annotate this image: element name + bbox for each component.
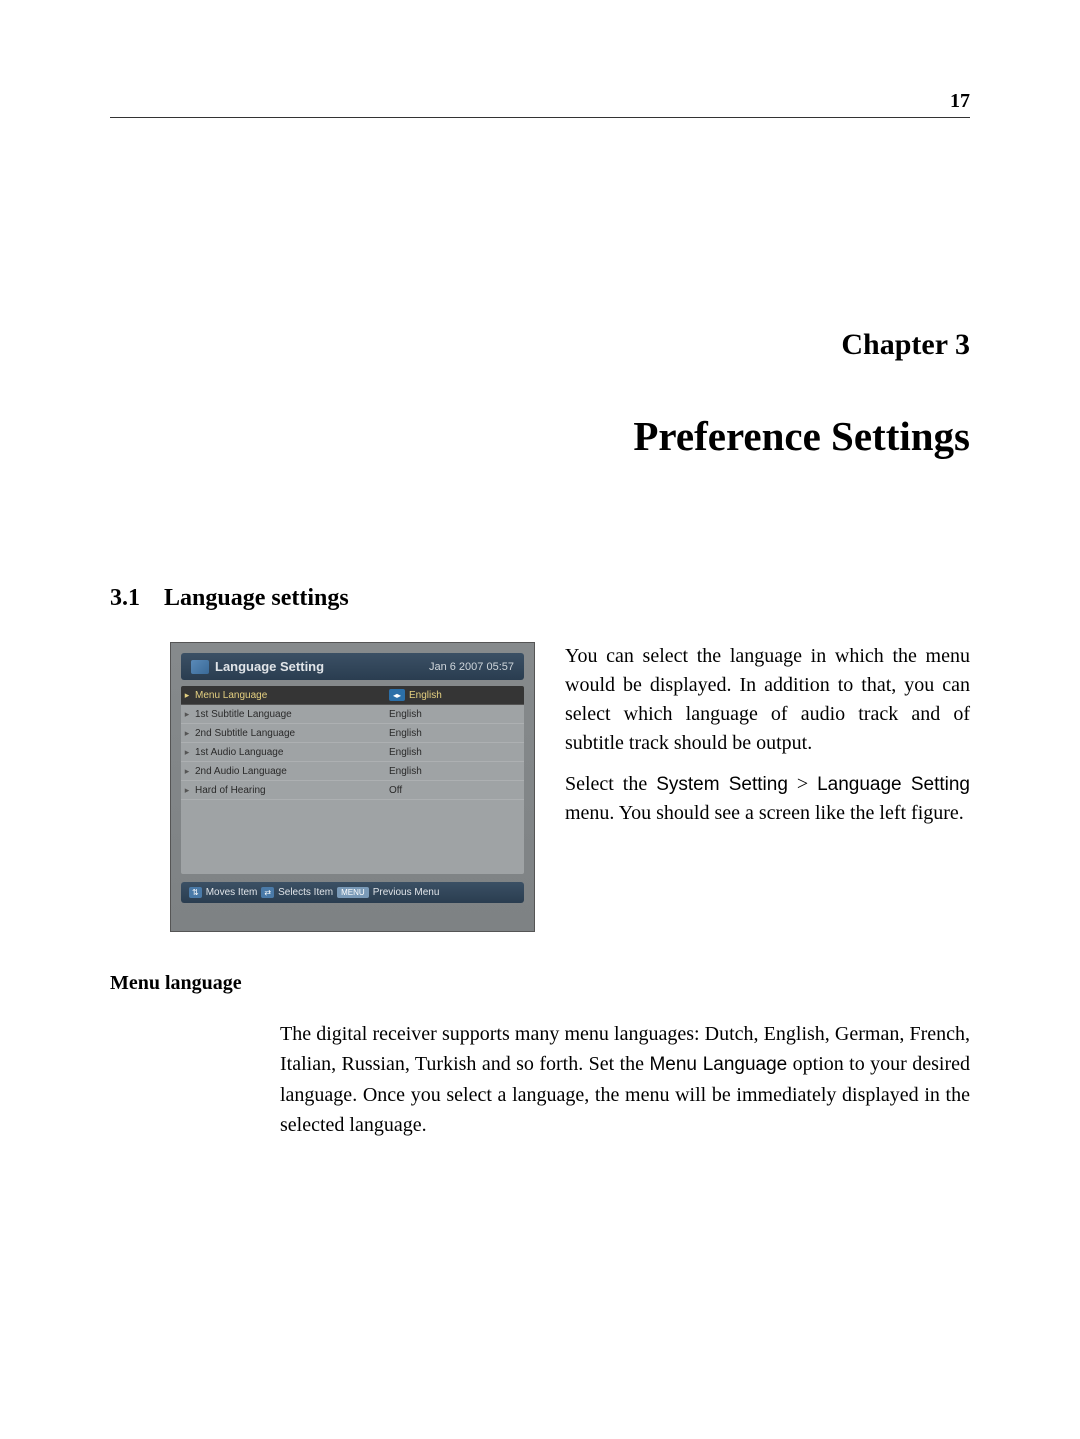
row-value-wrap: English bbox=[389, 728, 524, 739]
section-title: Language settings bbox=[164, 585, 349, 611]
language-setting-label: Language Setting bbox=[817, 774, 970, 795]
screenshot-timestamp: Jan 6 2007 05:57 bbox=[429, 661, 514, 673]
row-value: English bbox=[409, 690, 524, 701]
table-row[interactable]: ▸ Hard of Hearing Off bbox=[181, 781, 524, 800]
row-value: English bbox=[389, 766, 524, 777]
intro-text: You can select the language in which the… bbox=[565, 642, 970, 932]
screenshot-titlebar: Language Setting Jan 6 2007 05:57 bbox=[181, 653, 524, 680]
row-value: Off bbox=[389, 785, 524, 796]
intro-paragraph-1: You can select the language in which the… bbox=[565, 642, 970, 758]
intro-paragraph-2: Select the System Setting > Language Set… bbox=[565, 770, 970, 828]
chevron-right-icon: ▸ bbox=[181, 766, 193, 777]
row-value-wrap: ◂▸ English bbox=[389, 689, 524, 701]
footer-selects: Selects Item bbox=[278, 887, 333, 898]
table-row[interactable]: ▸ 2nd Audio Language English bbox=[181, 762, 524, 781]
leftright-icon: ⇄ bbox=[261, 887, 274, 898]
figure-column: Language Setting Jan 6 2007 05:57 ▸ Menu… bbox=[170, 642, 535, 932]
chapter-title: Preference Settings bbox=[110, 412, 970, 460]
section-heading: 3.1 Language settings bbox=[110, 585, 970, 612]
titlebar-left: Language Setting bbox=[191, 659, 324, 674]
section-number: 3.1 bbox=[110, 585, 140, 611]
chevron-right-icon: ▸ bbox=[181, 747, 193, 758]
screenshot-title: Language Setting bbox=[215, 659, 324, 674]
screenshot-footer: ⇅ Moves Item ⇄ Selects Item MENU Previou… bbox=[181, 882, 524, 903]
footer-moves: Moves Item bbox=[206, 887, 258, 898]
system-setting-label: System Setting bbox=[656, 774, 788, 795]
page: 17 Chapter 3 Preference Settings 3.1 Lan… bbox=[0, 0, 1080, 1200]
subsection-heading: Menu language bbox=[110, 972, 970, 995]
row-label: 2nd Audio Language bbox=[193, 766, 389, 777]
figure-and-text: Language Setting Jan 6 2007 05:57 ▸ Menu… bbox=[170, 642, 970, 932]
row-value-wrap: English bbox=[389, 747, 524, 758]
table-row[interactable]: ▸ 2nd Subtitle Language English bbox=[181, 724, 524, 743]
language-setting-screenshot: Language Setting Jan 6 2007 05:57 ▸ Menu… bbox=[170, 642, 535, 932]
chevron-right-icon: ▸ bbox=[181, 785, 193, 796]
updown-icon: ⇅ bbox=[189, 887, 202, 898]
row-value-wrap: English bbox=[389, 709, 524, 720]
page-number: 17 bbox=[110, 90, 970, 113]
table-row[interactable]: ▸ 1st Audio Language English bbox=[181, 743, 524, 762]
row-label: Menu Language bbox=[193, 690, 389, 701]
row-label: Hard of Hearing bbox=[193, 785, 389, 796]
menu-badge: MENU bbox=[337, 887, 369, 898]
row-value: English bbox=[389, 728, 524, 739]
row-label: 2nd Subtitle Language bbox=[193, 728, 389, 739]
row-value: English bbox=[389, 709, 524, 720]
left-right-icon: ◂▸ bbox=[389, 689, 405, 701]
row-label: 1st Audio Language bbox=[193, 747, 389, 758]
row-label: 1st Subtitle Language bbox=[193, 709, 389, 720]
row-value: English bbox=[389, 747, 524, 758]
settings-table: ▸ Menu Language ◂▸ English ▸ 1st Subtitl… bbox=[181, 686, 524, 874]
menu-language-label: Menu Language bbox=[649, 1054, 787, 1075]
table-row[interactable]: ▸ Menu Language ◂▸ English bbox=[181, 686, 524, 705]
chevron-right-icon: ▸ bbox=[181, 709, 193, 720]
footer-previous: Previous Menu bbox=[373, 887, 440, 898]
chevron-right-icon: ▸ bbox=[181, 728, 193, 739]
chevron-right-icon: ▸ bbox=[181, 690, 193, 701]
chapter-label: Chapter 3 bbox=[110, 328, 970, 362]
header-rule: 17 bbox=[110, 90, 970, 118]
table-row[interactable]: ▸ 1st Subtitle Language English bbox=[181, 705, 524, 724]
row-value-wrap: Off bbox=[389, 785, 524, 796]
logo-icon bbox=[191, 660, 209, 674]
body-paragraph: The digital receiver supports many menu … bbox=[280, 1019, 970, 1140]
row-value-wrap: English bbox=[389, 766, 524, 777]
